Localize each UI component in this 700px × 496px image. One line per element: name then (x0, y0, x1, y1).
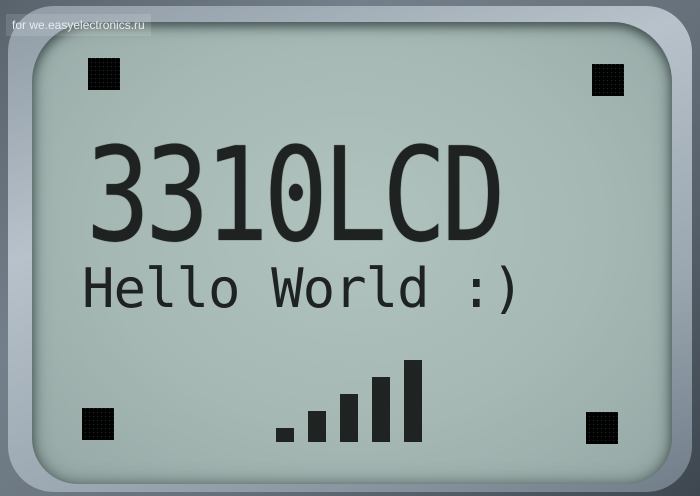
display-line-2: Hello World :) (82, 257, 524, 320)
corner-marker-bottom-left (82, 408, 114, 440)
corner-marker-bottom-right (586, 412, 618, 444)
signal-bar-1 (276, 428, 294, 442)
corner-marker-top-right (592, 64, 624, 96)
signal-bar-4 (372, 377, 390, 442)
display-line-1: 3310LCD (86, 119, 506, 271)
signal-bar-3 (340, 394, 358, 442)
watermark: for we.easyelectronics.ru (6, 14, 151, 36)
signal-bar-5 (404, 360, 422, 442)
signal-bar-2 (308, 411, 326, 442)
lcd-screen: 3310LCD Hello World :) (32, 22, 672, 484)
corner-marker-top-left (88, 58, 120, 90)
